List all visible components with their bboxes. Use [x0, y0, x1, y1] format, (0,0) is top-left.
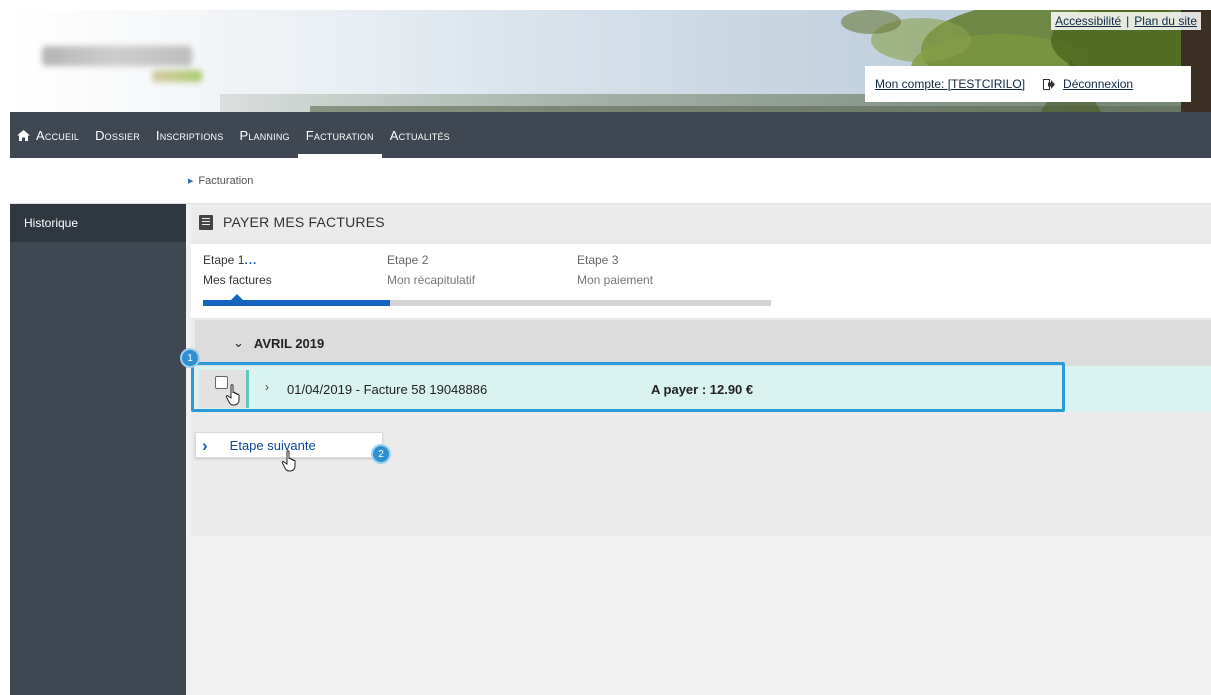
site-logo[interactable] — [32, 34, 212, 88]
breadcrumb: ▶ Facturation — [188, 175, 253, 187]
logo-text-blurred — [42, 46, 192, 66]
annotation-badge-2: 2 — [371, 444, 391, 464]
logout-link-wrap[interactable]: Déconnexion — [1043, 77, 1133, 91]
nav-item-actualites[interactable]: Actualités — [382, 112, 458, 158]
sidebar-item-historique[interactable]: Historique — [10, 204, 186, 242]
step-3-label: Mon paiement — [577, 273, 654, 287]
main-nav: Accueil Dossier Inscriptions Planning Fa… — [10, 112, 1211, 158]
nav-item-accueil[interactable]: Accueil — [10, 112, 87, 158]
month-label: AVRIL 2019 — [253, 335, 325, 351]
step-progress-fill — [203, 300, 391, 306]
page-title: PAYER MES FACTURES — [191, 204, 1211, 240]
nav-label: Planning — [239, 127, 290, 143]
nav-label: Actualités — [389, 127, 450, 143]
my-account-link[interactable]: Mon compte: [TESTCIRILO] — [875, 77, 1025, 91]
breadcrumb-current[interactable]: Facturation — [198, 175, 253, 187]
nav-label: Dossier — [95, 127, 140, 143]
step-2: Etape 2 Mon récapitulatif — [387, 250, 475, 290]
payment-panel: PAYER MES FACTURES Etape 1... Mes factur… — [180, 204, 1211, 536]
pointer-hand-icon — [225, 384, 240, 406]
step-3-number: Etape 3 — [577, 253, 619, 267]
home-icon — [17, 129, 30, 141]
month-group-header[interactable]: ⌄ AVRIL 2019 — [195, 320, 1211, 366]
step-number: Etape 1 — [203, 253, 245, 267]
nav-item-dossier[interactable]: Dossier — [87, 112, 148, 158]
account-box: Mon compte: [TESTCIRILO] Déconnexion — [865, 66, 1191, 102]
pointer-hand-icon — [281, 450, 296, 472]
next-step-label: Etape suivante — [229, 437, 316, 453]
page-title-text: PAYER MES FACTURES — [223, 214, 385, 230]
nav-item-facturation[interactable]: Facturation — [297, 112, 382, 158]
breadcrumb-arrow-icon: ▶ — [188, 178, 194, 185]
step-1-number: Etape 1... — [203, 250, 272, 270]
step-1-label: Mes factures — [203, 273, 272, 287]
chevron-right-icon: › — [202, 435, 208, 455]
chevron-down-icon: ⌄ — [233, 335, 244, 350]
stepper: Etape 1... Mes factures Etape 2 Mon réca… — [191, 244, 1211, 318]
invoice-icon — [199, 214, 213, 230]
step-1: Etape 1... Mes factures — [203, 250, 272, 290]
annotation-badge-1: 1 — [180, 348, 200, 368]
logo-mark-blurred — [152, 70, 202, 82]
utility-links: Accessibilité | Plan du site — [1051, 12, 1201, 30]
nav-label: Inscriptions — [155, 127, 224, 143]
sidebar: Historique — [10, 204, 186, 695]
main-content: PAYER MES FACTURES Etape 1... Mes factur… — [180, 204, 1211, 695]
nav-item-inscriptions[interactable]: Inscriptions — [148, 112, 232, 158]
logout-icon — [1043, 78, 1056, 90]
link-separator: | — [1126, 14, 1130, 28]
step-2-label: Mon récapitulatif — [387, 273, 476, 287]
nav-item-planning[interactable]: Planning — [231, 112, 297, 158]
step-3: Etape 3 Mon paiement — [577, 250, 653, 290]
step-progress-bar — [203, 300, 771, 306]
step-2-number: Etape 2 — [387, 253, 429, 267]
nav-label: Facturation — [305, 127, 374, 143]
sitemap-link[interactable]: Plan du site — [1134, 14, 1197, 28]
invoice-row-highlight — [191, 362, 1065, 412]
logout-link[interactable]: Déconnexion — [1063, 77, 1133, 91]
page: Accessibilité | Plan du site Mon compte: [… — [0, 0, 1211, 695]
accessibility-link[interactable]: Accessibilité — [1055, 14, 1121, 28]
breadcrumb-bar: ▶ Facturation — [10, 158, 1211, 204]
step-current-indicator: ... — [244, 253, 258, 267]
nav-label: Accueil — [36, 127, 80, 143]
